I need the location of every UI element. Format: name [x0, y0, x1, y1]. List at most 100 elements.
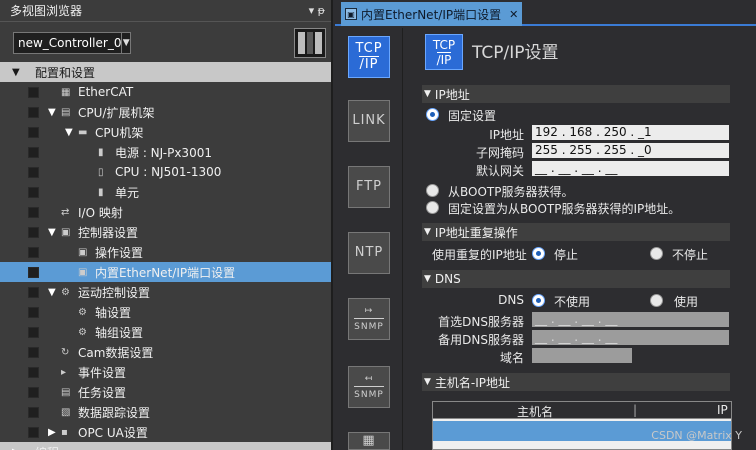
domain-name-input[interactable] [532, 348, 632, 363]
more-nav-button[interactable]: ▦ [348, 432, 390, 450]
close-icon[interactable]: ✕ [505, 8, 518, 21]
tree-checkbox[interactable] [28, 147, 39, 158]
tree-item[interactable]: ⚙ 轴组设置 [0, 322, 331, 342]
tree-checkbox[interactable] [28, 327, 39, 338]
axis-icon: ⚙ [78, 306, 87, 318]
explorer-pin-icon[interactable]: ▾ ᵽ [309, 4, 325, 17]
dns-unused-radio[interactable] [532, 294, 545, 307]
tree-checkbox[interactable] [28, 87, 39, 98]
tree-item[interactable]: ⚙ 轴设置 [0, 302, 331, 322]
page-title: TCP/IP设置 [472, 43, 559, 63]
twisty-icon[interactable]: ▼ [12, 67, 20, 78]
controller-select[interactable]: new_Controller_0 ▼ [13, 32, 131, 54]
fixed-ip-radio[interactable] [426, 108, 439, 121]
settings-nav-bar: TCP/IP LINK FTP NTP ↦ SNMP ↤ SNMP ▦ [335, 28, 403, 450]
ntp-nav-button[interactable]: NTP [348, 232, 390, 274]
bootp-fixed-label: 固定设置为从BOOTP服务器获得的IP地址。 [448, 202, 681, 216]
tree-item[interactable]: ▼ ⚙ 运动控制设置 [0, 282, 331, 302]
snmp-nav-button[interactable]: ↦ SNMP [348, 298, 390, 340]
multiview-explorer: 多视图浏览器 ▾ ᵽ new_Controller_0 ▼ ▼ 配置和设置 ▦ Eth… [0, 0, 333, 450]
tree-item[interactable]: ▶ ▪ OPC UA设置 [0, 422, 331, 442]
tree-checkbox[interactable] [28, 247, 39, 258]
twisty-icon[interactable]: ▶ [48, 427, 56, 438]
tree-item[interactable]: ▦ EtherCAT [0, 82, 331, 102]
tree-item[interactable]: ▧ 数据跟踪设置 [0, 402, 331, 422]
collapse-icon[interactable]: ▼ [424, 227, 431, 237]
tree-item[interactable]: ▼ ▣ 控制器设置 [0, 222, 331, 242]
dns-section-header[interactable]: ▼ DNS [422, 270, 730, 288]
dns-unused-label: 不使用 [554, 295, 591, 309]
tree-item[interactable]: ▤ 任务设置 [0, 382, 331, 402]
duplicate-no-stop-label: 不停止 [672, 248, 709, 262]
tree-item[interactable]: ▮ 电源 : NJ-Px3001 [0, 142, 331, 162]
tree-item[interactable]: ⇄ I/O 映射 [0, 202, 331, 222]
tree-item[interactable]: ▸ 事件设置 [0, 362, 331, 382]
tree-item[interactable]: ▼ ▤ CPU/扩展机架 [0, 102, 331, 122]
controller-device-icon[interactable] [294, 28, 326, 58]
tree-checkbox[interactable] [28, 287, 39, 298]
primary-dns-input[interactable]: __ . __ . __ . __ [532, 312, 729, 327]
bootp-radio[interactable] [426, 184, 439, 197]
bootp-label: 从BOOTP服务器获得。 [448, 185, 574, 199]
tree-item-label: 任务设置 [78, 385, 127, 400]
tree-item[interactable]: ▶ 编程 [0, 442, 331, 450]
ftp-nav-button[interactable]: FTP [348, 166, 390, 208]
tree-checkbox[interactable] [28, 267, 39, 278]
tree-checkbox[interactable] [28, 107, 39, 118]
tree-item-label: I/O 映射 [78, 205, 123, 220]
snmp-trap-nav-button[interactable]: ↤ SNMP [348, 366, 390, 408]
tree-item-label: 配置和设置 [35, 65, 96, 80]
tree-item-label: 运动控制设置 [78, 285, 151, 300]
tab-bar: ▣ 内置EtherNet/IP端口设置 ✕ [335, 0, 756, 26]
secondary-dns-input[interactable]: __ . __ . __ . __ [532, 330, 729, 345]
subnet-mask-input[interactable]: 255 . 255 . 255 . _0 [532, 143, 729, 158]
duplicate-stop-radio[interactable] [532, 247, 545, 260]
tree-checkbox[interactable] [28, 307, 39, 318]
collapse-icon[interactable]: ▼ [424, 89, 431, 99]
tree-checkbox[interactable] [28, 187, 39, 198]
axis-group-icon: ⚙ [78, 326, 87, 338]
ip-address-label: IP地址 [489, 128, 524, 142]
twisty-icon[interactable]: ▼ [65, 127, 73, 138]
tree-checkbox[interactable] [28, 387, 39, 398]
tree-checkbox[interactable] [28, 167, 39, 178]
twisty-icon[interactable]: ▶ [12, 447, 20, 450]
tree-item[interactable]: ▣ 内置EtherNet/IP端口设置 [0, 262, 331, 282]
tcp-ip-nav-button[interactable]: TCP/IP [348, 36, 390, 78]
collapse-icon[interactable]: ▼ [424, 274, 431, 284]
ip-address-section-header[interactable]: ▼ IP地址 [422, 85, 730, 103]
tree-item[interactable]: ▮ 单元 [0, 182, 331, 202]
tree-item[interactable]: ↻ Cam数据设置 [0, 342, 331, 362]
tree-checkbox[interactable] [28, 227, 39, 238]
ip-duplicate-section-header[interactable]: ▼ IP地址重复操作 [422, 223, 730, 241]
tree-checkbox[interactable] [28, 347, 39, 358]
tree-item[interactable]: ▼ 配置和设置 [0, 62, 331, 82]
tree-item-label: 数据跟踪设置 [78, 405, 151, 420]
subnet-mask-label: 子网掩码 [475, 146, 524, 160]
tree-checkbox[interactable] [28, 427, 39, 438]
chevron-down-icon[interactable]: ▼ [121, 33, 130, 53]
dns-used-radio[interactable] [650, 294, 663, 307]
content-header: TCP /IP TCP/IP设置 [404, 28, 756, 78]
tree-item-label: 单元 [115, 185, 140, 200]
twisty-icon[interactable]: ▼ [48, 107, 56, 118]
twisty-icon[interactable]: ▼ [48, 287, 56, 298]
duplicate-no-stop-radio[interactable] [650, 247, 663, 260]
tree-checkbox[interactable] [28, 127, 39, 138]
host-ip-section-header[interactable]: ▼ 主机名-IP地址 [422, 373, 730, 391]
tree-item[interactable]: ▼ ▬ CPU机架 [0, 122, 331, 142]
tree-item[interactable]: ▯ CPU : NJ501-1300 [0, 162, 331, 182]
twisty-icon[interactable]: ▼ [48, 227, 56, 238]
collapse-icon[interactable]: ▼ [424, 377, 431, 387]
tree-item-label: 事件设置 [78, 365, 127, 380]
tree-checkbox[interactable] [28, 367, 39, 378]
tab-ethernet-ip-settings[interactable]: ▣ 内置EtherNet/IP端口设置 ✕ [341, 2, 523, 26]
default-gateway-input[interactable]: __ . __ . __ . __ [532, 161, 729, 176]
tree-checkbox[interactable] [28, 407, 39, 418]
ip-address-input[interactable]: 192 . 168 . 250 . _1 [532, 125, 729, 140]
link-nav-button[interactable]: LINK [348, 100, 390, 142]
tree-item-label: 轴设置 [95, 305, 132, 320]
bootp-fixed-radio[interactable] [426, 201, 439, 214]
tree-item[interactable]: ▣ 操作设置 [0, 242, 331, 262]
tree-checkbox[interactable] [28, 207, 39, 218]
